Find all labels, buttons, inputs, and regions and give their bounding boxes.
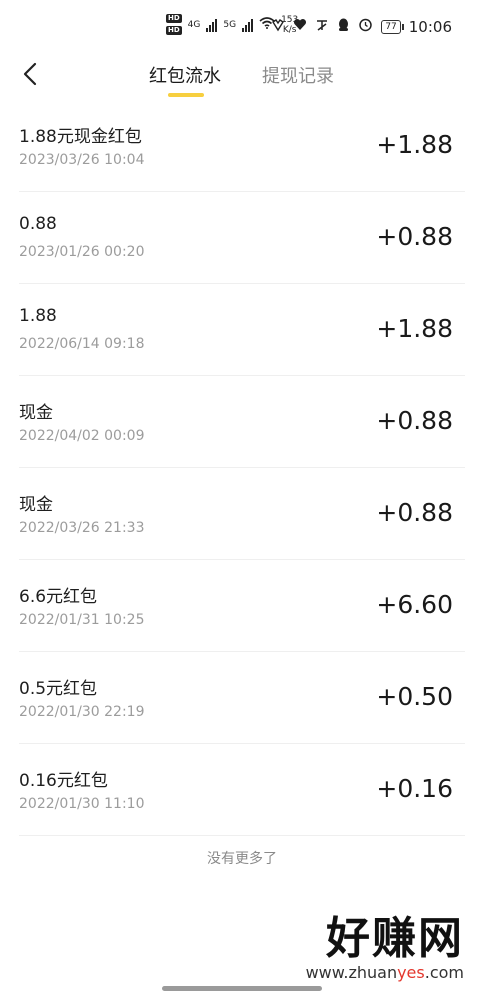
app-notification-icon-1 bbox=[271, 18, 285, 36]
record-amount: +6.60 bbox=[376, 590, 453, 619]
chevron-left-icon bbox=[23, 62, 37, 86]
app-notification-icon-2 bbox=[315, 18, 329, 36]
list-item[interactable]: 0.88 2023/01/26 00:20 +0.88 bbox=[19, 192, 465, 284]
record-title: 6.6元红包 bbox=[19, 587, 98, 607]
heart-icon bbox=[293, 18, 307, 35]
hd-badge-bottom: HD bbox=[166, 26, 182, 35]
record-time: 2022/06/14 09:18 bbox=[19, 336, 145, 352]
watermark-domain: www.zhuanyes.com bbox=[306, 963, 464, 983]
record-title: 0.5元红包 bbox=[19, 679, 98, 699]
hd-badge-top: HD bbox=[166, 14, 182, 23]
record-amount: +1.88 bbox=[376, 130, 453, 159]
record-amount: +0.16 bbox=[376, 774, 453, 803]
record-amount: +0.88 bbox=[376, 406, 453, 435]
record-title: 现金 bbox=[19, 495, 53, 515]
record-time: 2023/01/26 00:20 bbox=[19, 244, 145, 260]
record-time: 2022/04/02 00:09 bbox=[19, 428, 145, 444]
record-title: 1.88元现金红包 bbox=[19, 127, 142, 147]
list-item[interactable]: 现金 2022/03/26 21:33 +0.88 bbox=[19, 468, 465, 560]
signal-icon bbox=[206, 18, 218, 32]
watermark-logo-text: 好赚网 bbox=[326, 913, 464, 964]
record-title: 0.16元红包 bbox=[19, 771, 108, 791]
record-time: 2022/01/30 11:10 bbox=[19, 796, 145, 812]
tab-red-packet-flow[interactable]: 红包流水 bbox=[149, 62, 221, 88]
network-type-1: 4G bbox=[187, 19, 201, 30]
list-item[interactable]: 6.6元红包 2022/01/31 10:25 +6.60 bbox=[19, 560, 465, 652]
status-bar: HD HD 4G 5G 153 K/s 77 10:06 bbox=[0, 0, 484, 52]
alarm-icon bbox=[358, 17, 373, 36]
watermark-domain-suffix: .com bbox=[424, 963, 464, 982]
record-title: 现金 bbox=[19, 403, 53, 423]
list-item[interactable]: 1.88元现金红包 2023/03/26 10:04 +1.88 bbox=[19, 100, 465, 192]
active-tab-indicator bbox=[168, 93, 204, 97]
record-amount: +0.88 bbox=[376, 498, 453, 527]
signal-icon-2 bbox=[242, 18, 254, 32]
watermark-domain-accent: yes bbox=[397, 963, 425, 982]
list-item[interactable]: 0.5元红包 2022/01/30 22:19 +0.50 bbox=[19, 652, 465, 744]
site-watermark: 好赚网 www.zhuanyes.com bbox=[306, 915, 464, 983]
battery-icon: 77 bbox=[381, 19, 405, 34]
record-title: 1.88 bbox=[19, 306, 57, 326]
records-list: 1.88元现金红包 2023/03/26 10:04 +1.88 0.88 20… bbox=[0, 100, 484, 836]
record-amount: +1.88 bbox=[376, 314, 453, 343]
list-item[interactable]: 1.88 2022/06/14 09:18 +1.88 bbox=[19, 284, 465, 376]
list-item[interactable]: 现金 2022/04/02 00:09 +0.88 bbox=[19, 376, 465, 468]
network-type-2: 5G bbox=[223, 19, 237, 30]
qq-icon bbox=[337, 18, 350, 36]
list-item[interactable]: 0.16元红包 2022/01/30 11:10 +0.16 bbox=[19, 744, 465, 836]
status-time: 10:06 bbox=[408, 17, 452, 36]
record-time: 2022/01/31 10:25 bbox=[19, 612, 145, 628]
record-time: 2023/03/26 10:04 bbox=[19, 152, 145, 168]
tab-withdrawal-records[interactable]: 提现记录 bbox=[262, 62, 334, 88]
hd-indicators: HD HD bbox=[166, 14, 182, 35]
record-time: 2022/03/26 21:33 bbox=[19, 520, 145, 536]
watermark-domain-prefix: www.zhuan bbox=[305, 963, 398, 982]
record-title: 0.88 bbox=[19, 214, 57, 234]
record-time: 2022/01/30 22:19 bbox=[19, 704, 145, 720]
back-button[interactable] bbox=[18, 60, 46, 88]
record-amount: +0.88 bbox=[376, 222, 453, 251]
status-right-group: 77 10:06 bbox=[271, 17, 452, 36]
end-of-list-note: 没有更多了 bbox=[207, 851, 277, 867]
home-indicator[interactable] bbox=[162, 986, 322, 991]
nav-bar: 红包流水 提现记录 bbox=[0, 52, 484, 100]
record-amount: +0.50 bbox=[376, 682, 453, 711]
